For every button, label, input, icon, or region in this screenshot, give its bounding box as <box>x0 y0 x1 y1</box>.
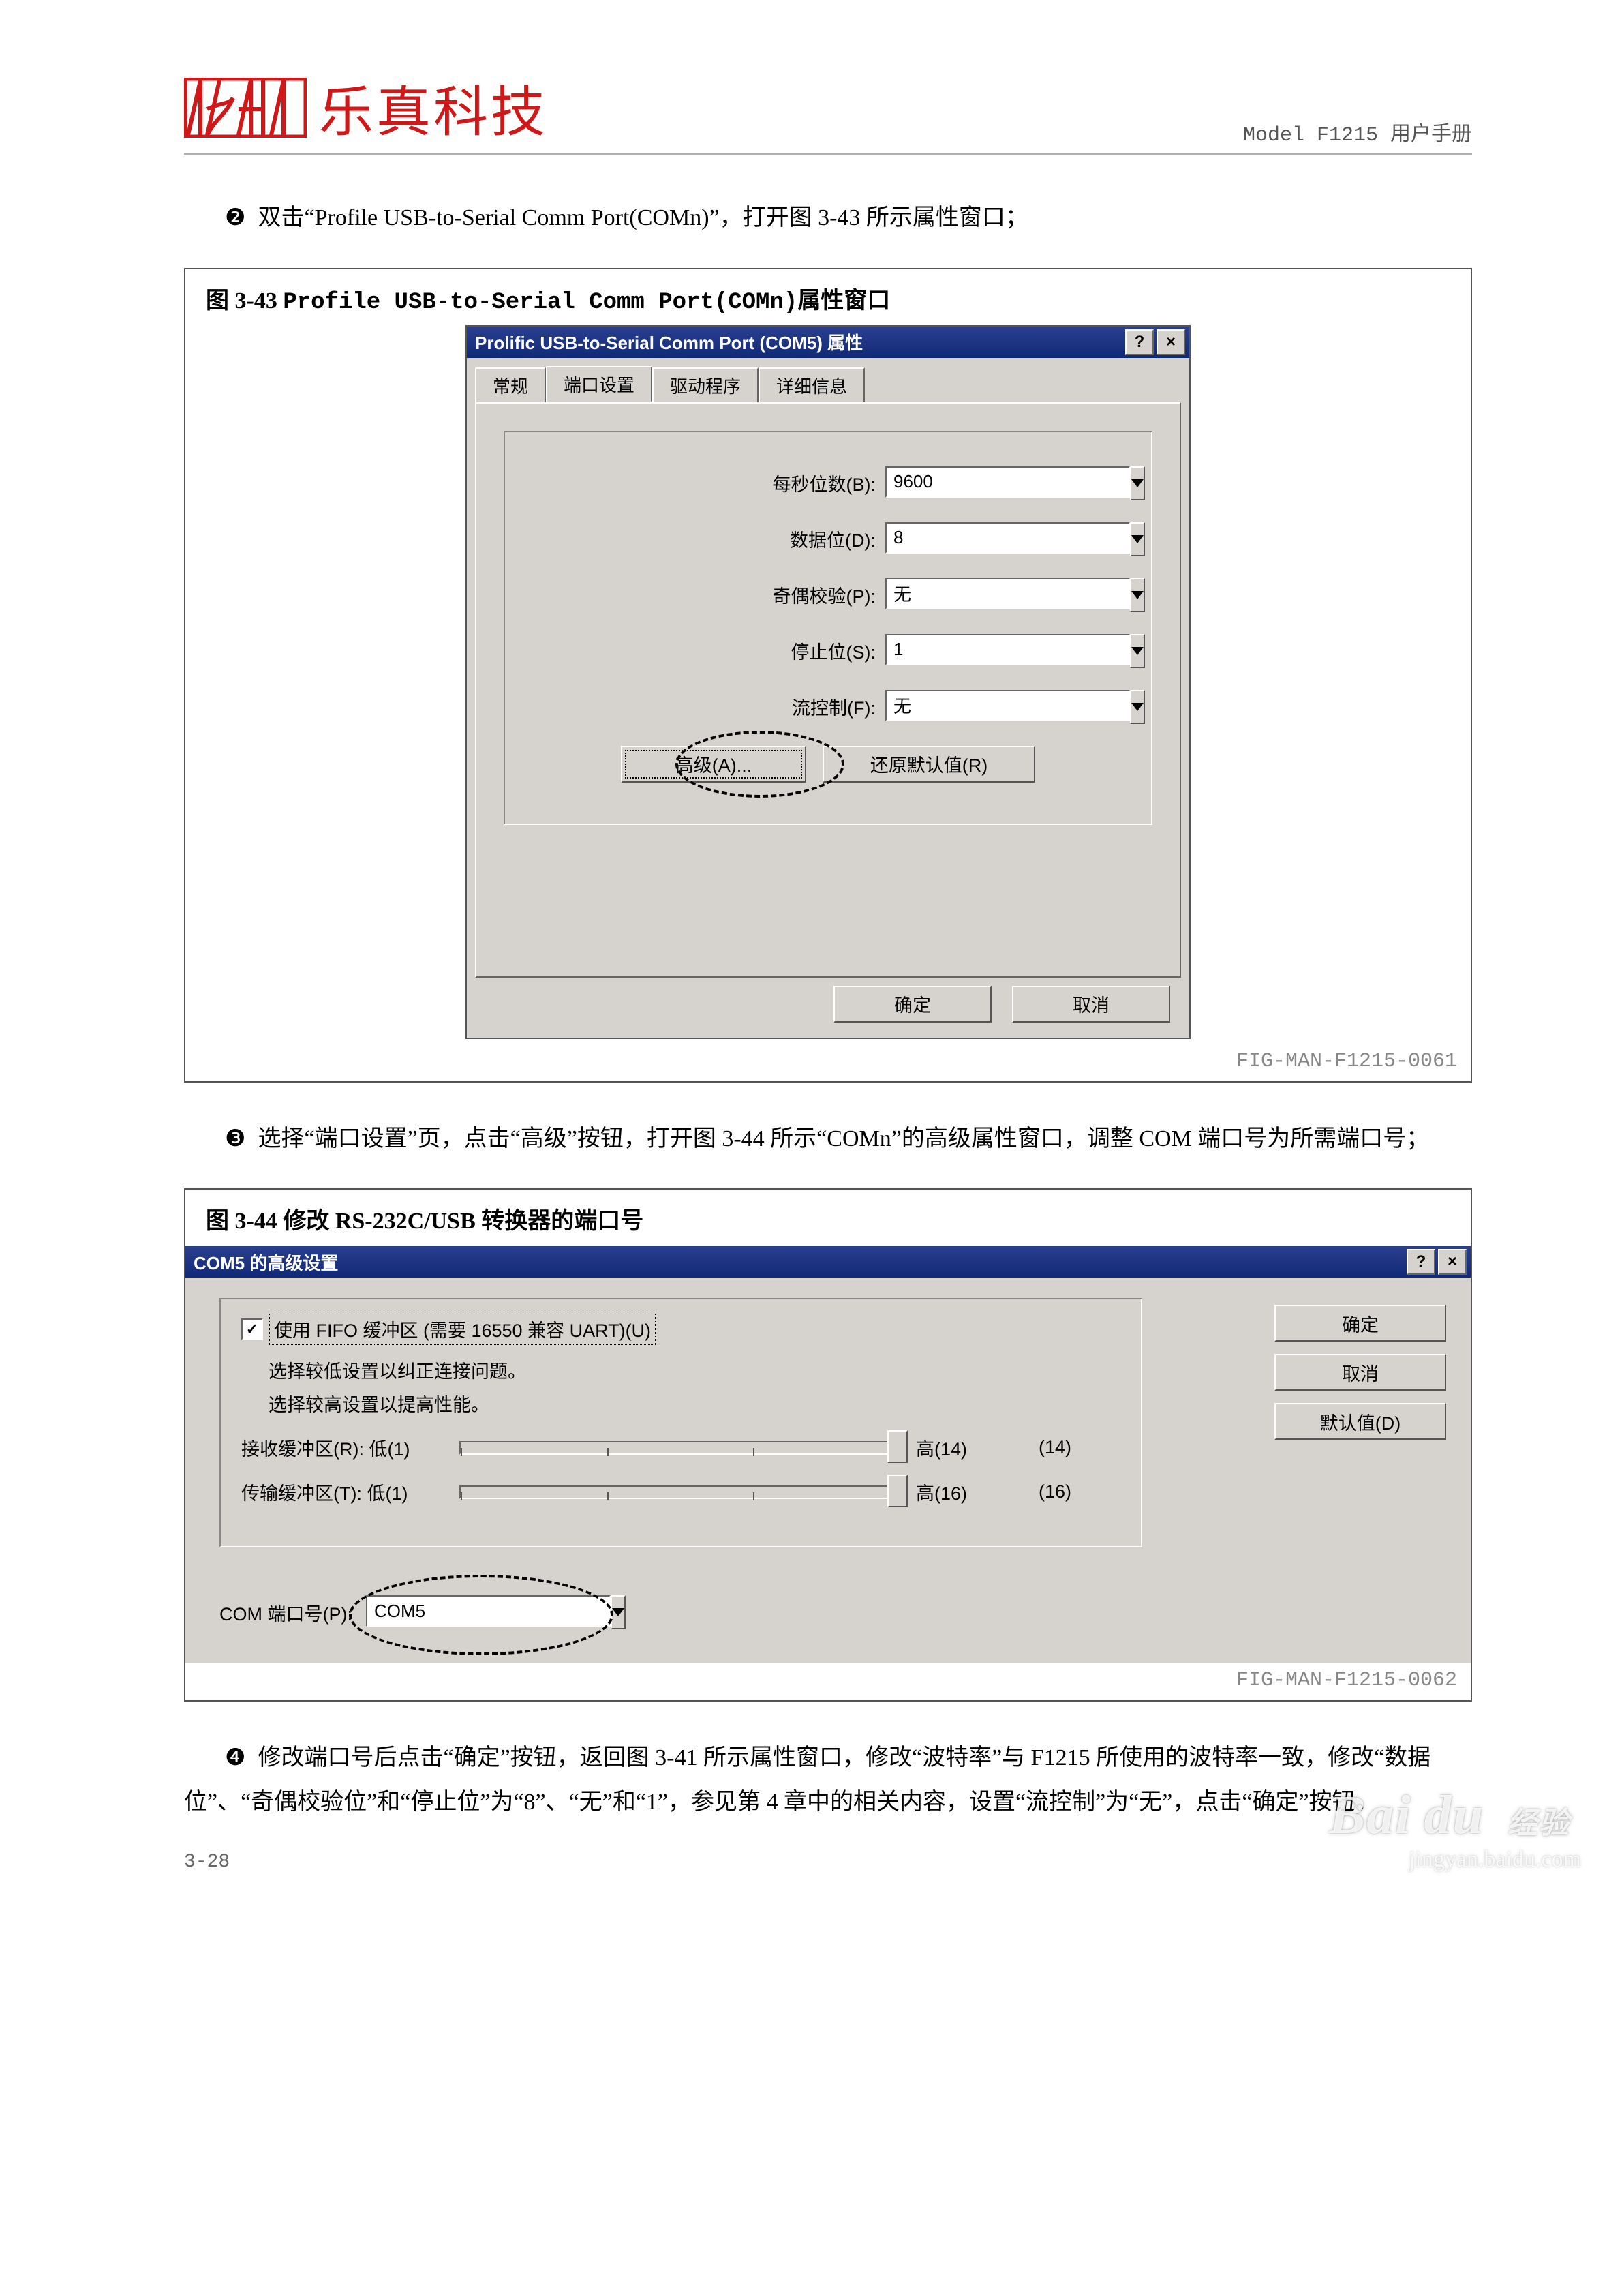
databits-combo[interactable] <box>885 522 1131 556</box>
com-properties-dialog: Prolific USB-to-Serial Comm Port (COM5) … <box>465 325 1191 1039</box>
tab-port-settings[interactable]: 端口设置 <box>546 366 652 402</box>
advanced-settings-dialog: COM5 的高级设置 ? × 确定 取消 默认值(D) ✓ 使用 FIFO 缓冲… <box>185 1245 1471 1663</box>
stopbits-combo[interactable] <box>885 634 1131 668</box>
advanced-button[interactable]: 高级(A)... <box>621 746 806 783</box>
parity-label: 奇偶校验(P): <box>773 581 876 608</box>
manual-title: Model F1215 用户手册 <box>1243 117 1472 147</box>
cancel-button-2[interactable]: 取消 <box>1274 1354 1446 1391</box>
tab-driver[interactable]: 驱动程序 <box>652 367 759 404</box>
databits-input[interactable] <box>885 522 1130 554</box>
parity-combo[interactable] <box>885 578 1131 612</box>
parity-input[interactable] <box>885 578 1130 609</box>
help-button[interactable]: ? <box>1125 329 1154 355</box>
stopbits-input[interactable] <box>885 634 1130 665</box>
tab-general[interactable]: 常规 <box>475 367 546 404</box>
flow-label: 流控制(F): <box>792 693 876 720</box>
baud-combo[interactable] <box>885 466 1131 500</box>
fifo-group: ✓ 使用 FIFO 缓冲区 (需要 16550 兼容 UART)(U) 选择较低… <box>219 1298 1142 1547</box>
dialog-titlebar: Prolific USB-to-Serial Comm Port (COM5) … <box>467 327 1189 358</box>
restore-defaults-button[interactable]: 还原默认值(R) <box>823 746 1035 783</box>
tabs: 常规 端口设置 驱动程序 详细信息 <box>467 358 1189 402</box>
step-4: ❹ 修改端口号后点击“确定”按钮，返回图 3-41 所示属性窗口，修改“波特率”… <box>184 1736 1472 1824</box>
baud-input[interactable] <box>885 466 1130 498</box>
comport-input[interactable] <box>366 1595 611 1627</box>
tx-slider-thumb[interactable] <box>887 1475 908 1507</box>
comport-label: COM 端口号(P): <box>219 1599 352 1626</box>
rx-value: (14) <box>1039 1437 1120 1458</box>
flow-input[interactable] <box>885 690 1130 721</box>
tx-high-label: 高(16) <box>916 1479 1025 1505</box>
fig-3-44-id: FIG-MAN-F1215-0062 <box>185 1663 1471 1700</box>
baud-label: 每秒位数(B): <box>773 470 876 496</box>
tx-buffer-slider[interactable] <box>459 1485 902 1499</box>
brand-name-cn: 乐真科技 <box>319 68 548 147</box>
fifo-checkbox[interactable]: ✓ <box>241 1318 263 1340</box>
flow-combo[interactable] <box>885 690 1131 724</box>
dialog2-title: COM5 的高级设置 <box>194 1250 338 1275</box>
close-button[interactable]: × <box>1157 329 1185 355</box>
step-2-text: 双击“Profile USB-to-Serial Comm Port(COMn)… <box>258 205 1028 230</box>
flow-dropdown-icon[interactable] <box>1130 690 1145 724</box>
rx-buffer-label: 接收缓冲区(R): 低(1) <box>241 1434 446 1461</box>
comport-dropdown-icon[interactable] <box>611 1595 626 1629</box>
fifo-checkbox-label: 使用 FIFO 缓冲区 (需要 16550 兼容 UART)(U) <box>271 1316 654 1343</box>
defaults-button[interactable]: 默认值(D) <box>1274 1403 1446 1440</box>
cancel-button[interactable]: 取消 <box>1012 986 1170 1023</box>
stopbits-label: 停止位(S): <box>791 637 876 664</box>
dialog-title: Prolific USB-to-Serial Comm Port (COM5) … <box>475 329 863 354</box>
rx-high-label: 高(14) <box>916 1434 1025 1461</box>
close-button-2[interactable]: × <box>1438 1249 1467 1275</box>
databits-dropdown-icon[interactable] <box>1130 522 1145 556</box>
rx-slider-thumb[interactable] <box>887 1430 908 1463</box>
ok-button[interactable]: 确定 <box>833 986 992 1023</box>
hint-high: 选择较高设置以提高性能。 <box>269 1390 1120 1417</box>
page-header: 乐真科技 Model F1215 用户手册 <box>184 68 1472 155</box>
hint-low: 选择较低设置以纠正连接问题。 <box>269 1357 1120 1383</box>
step-3-text: 选择“端口设置”页，点击“高级”按钮，打开图 3-44 所示“COMn”的高级属… <box>258 1126 1430 1151</box>
fig-3-43-id: FIG-MAN-F1215-0061 <box>185 1044 1471 1081</box>
brand-logo <box>184 78 307 138</box>
comport-combo[interactable] <box>366 1595 543 1629</box>
databits-label: 数据位(D): <box>790 526 876 552</box>
ok-button-2[interactable]: 确定 <box>1274 1305 1446 1342</box>
step-4-text: 修改端口号后点击“确定”按钮，返回图 3-41 所示属性窗口，修改“波特率”与 … <box>184 1745 1430 1815</box>
page-number: 3-28 <box>184 1852 1472 1873</box>
step-3: ❸ 选择“端口设置”页，点击“高级”按钮，打开图 3-44 所示“COMn”的高… <box>225 1117 1472 1162</box>
step-2: ❷ 双击“Profile USB-to-Serial Comm Port(COM… <box>225 196 1472 241</box>
fig-3-44-caption: 图 3-44 修改 RS-232C/USB 转换器的端口号 <box>185 1190 1471 1245</box>
figure-3-44: 图 3-44 修改 RS-232C/USB 转换器的端口号 COM5 的高级设置… <box>184 1188 1472 1702</box>
figure-3-43: 图 3-43 Profile USB-to-Serial Comm Port(C… <box>184 268 1472 1083</box>
parity-dropdown-icon[interactable] <box>1130 578 1145 612</box>
help-button-2[interactable]: ? <box>1407 1249 1435 1275</box>
stopbits-dropdown-icon[interactable] <box>1130 634 1145 668</box>
tx-buffer-label: 传输缓冲区(T): 低(1) <box>241 1479 446 1505</box>
baud-dropdown-icon[interactable] <box>1130 466 1145 500</box>
tx-value: (16) <box>1039 1481 1120 1502</box>
tab-details[interactable]: 详细信息 <box>759 367 865 404</box>
fig-3-43-caption: 图 3-43 Profile USB-to-Serial Comm Port(C… <box>185 269 1471 325</box>
rx-buffer-slider[interactable] <box>459 1441 902 1455</box>
